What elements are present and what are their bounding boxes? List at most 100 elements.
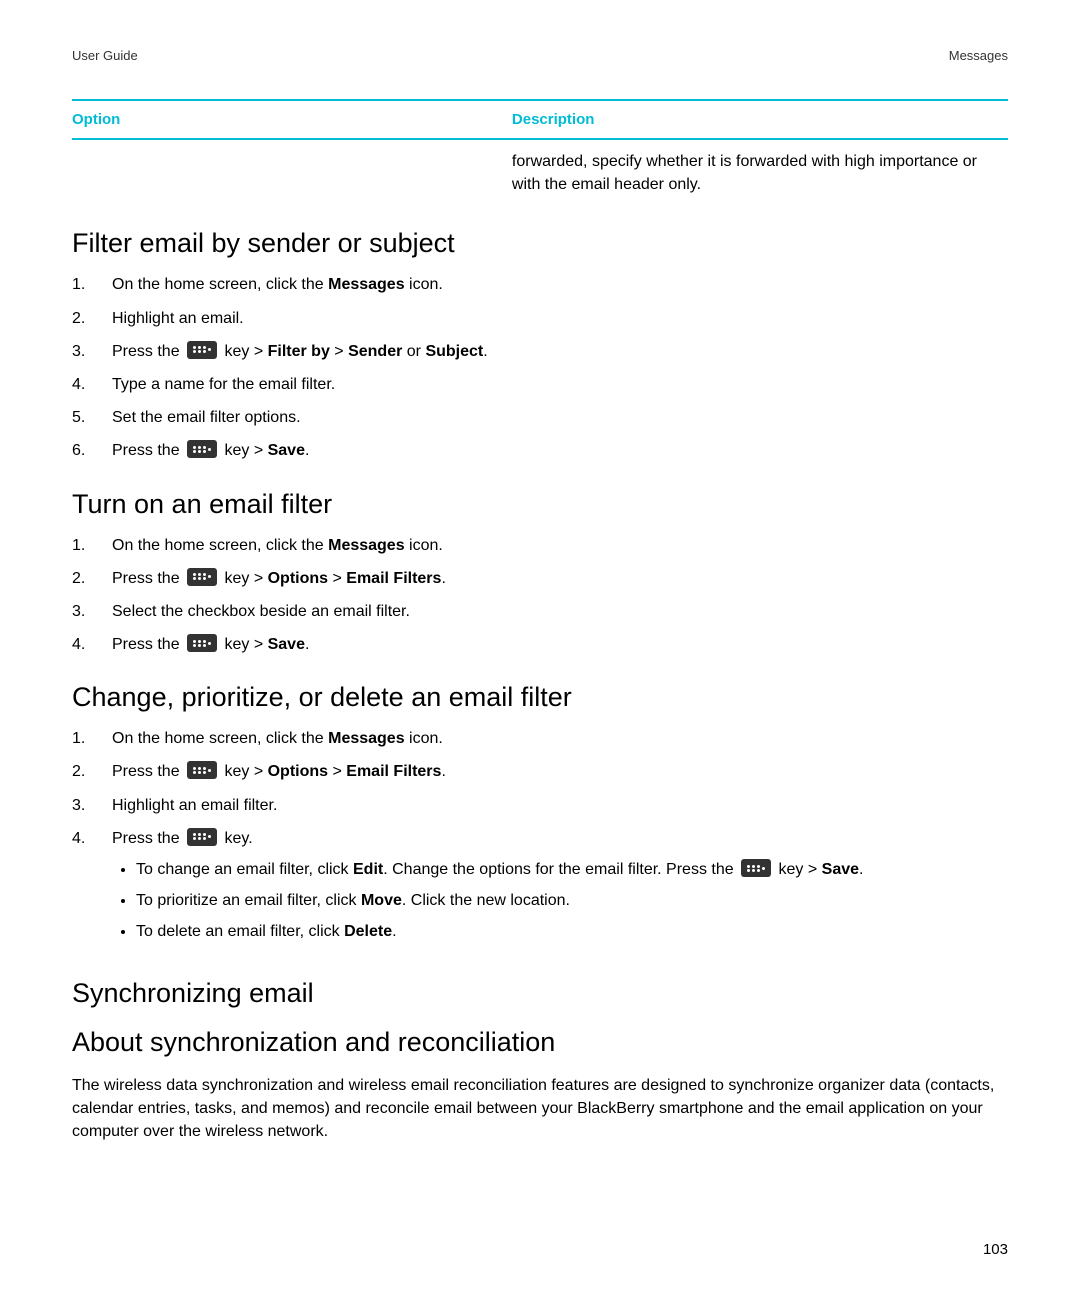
- text: On the home screen, click the: [112, 537, 328, 554]
- text: key >: [774, 861, 822, 878]
- list-item: Type a name for the email filter.: [72, 373, 1008, 396]
- text-bold: Email Filters: [346, 763, 441, 780]
- list-item: To delete an email filter, click Delete.: [136, 920, 1008, 943]
- list-item: Press the key > Filter by > Sender or Su…: [72, 340, 1008, 363]
- list-item: Highlight an email filter.: [72, 794, 1008, 817]
- text: .: [483, 343, 487, 360]
- page-header: User Guide Messages: [72, 48, 1008, 63]
- text: Press the: [112, 830, 184, 847]
- text-bold: Email Filters: [346, 570, 441, 587]
- menu-key-icon: [187, 341, 217, 359]
- text: key.: [220, 830, 253, 847]
- td-option: [72, 139, 512, 202]
- text: Highlight an email.: [112, 310, 244, 327]
- text: To delete an email filter, click: [136, 923, 344, 940]
- text: >: [330, 343, 348, 360]
- menu-key-icon: [187, 761, 217, 779]
- header-left: User Guide: [72, 48, 138, 63]
- menu-key-icon: [187, 568, 217, 586]
- list-item: On the home screen, click the Messages i…: [72, 273, 1008, 296]
- list-item: Press the key > Options > Email Filters.: [72, 760, 1008, 783]
- text: .: [441, 763, 445, 780]
- heading-filter-email: Filter email by sender or subject: [72, 228, 1008, 259]
- text-bold: Messages: [328, 730, 405, 747]
- text: Highlight an email filter.: [112, 797, 277, 814]
- text: Press the: [112, 636, 184, 653]
- text: or: [402, 343, 425, 360]
- th-description: Description: [512, 100, 1008, 139]
- text: .: [441, 570, 445, 587]
- page-number: 103: [983, 1241, 1008, 1258]
- heading-turn-on: Turn on an email filter: [72, 489, 1008, 520]
- text: Set the email filter options.: [112, 409, 301, 426]
- list-item: Press the key > Save.: [72, 633, 1008, 656]
- list-item: To prioritize an email filter, click Mov…: [136, 889, 1008, 912]
- list-item: Press the key > Options > Email Filters.: [72, 567, 1008, 590]
- menu-key-icon: [187, 634, 217, 652]
- text: key >: [220, 570, 268, 587]
- heading-about-sync: About synchronization and reconciliation: [72, 1027, 1008, 1058]
- text: Select the checkbox beside an email filt…: [112, 603, 410, 620]
- table-header-row: Option Description: [72, 100, 1008, 139]
- menu-key-icon: [187, 828, 217, 846]
- text: Press the: [112, 570, 184, 587]
- heading-change: Change, prioritize, or delete an email f…: [72, 682, 1008, 713]
- steps-change: On the home screen, click the Messages i…: [72, 727, 1008, 943]
- text: Press the: [112, 442, 184, 459]
- menu-key-icon: [187, 440, 217, 458]
- text: icon.: [405, 537, 443, 554]
- text: To prioritize an email filter, click: [136, 892, 361, 909]
- text-bold: Save: [822, 861, 859, 878]
- text: .: [392, 923, 396, 940]
- text: Type a name for the email filter.: [112, 376, 335, 393]
- list-item: On the home screen, click the Messages i…: [72, 727, 1008, 750]
- text: icon.: [405, 276, 443, 293]
- text: . Click the new location.: [402, 892, 570, 909]
- text-bold: Messages: [328, 276, 405, 293]
- text: icon.: [405, 730, 443, 747]
- text-bold: Messages: [328, 537, 405, 554]
- options-table: Option Description forwarded, specify wh…: [72, 99, 1008, 202]
- text-bold: Options: [268, 763, 328, 780]
- header-right: Messages: [949, 48, 1008, 63]
- text: Press the: [112, 763, 184, 780]
- text: >: [328, 763, 346, 780]
- text: .: [859, 861, 863, 878]
- list-item: Set the email filter options.: [72, 406, 1008, 429]
- th-option: Option: [72, 100, 512, 139]
- page: User Guide Messages Option Description f…: [0, 0, 1080, 1296]
- text: .: [305, 636, 309, 653]
- list-item: Highlight an email.: [72, 307, 1008, 330]
- text-bold: Delete: [344, 923, 392, 940]
- menu-key-icon: [741, 859, 771, 877]
- steps-filter: On the home screen, click the Messages i…: [72, 273, 1008, 462]
- text: On the home screen, click the: [112, 730, 328, 747]
- text-bold: Filter by: [268, 343, 330, 360]
- text-bold: Save: [268, 636, 305, 653]
- text: To change an email filter, click: [136, 861, 353, 878]
- table-row: forwarded, specify whether it is forward…: [72, 139, 1008, 202]
- list-item: Press the key > Save.: [72, 439, 1008, 462]
- text: >: [328, 570, 346, 587]
- text-bold: Subject: [425, 343, 483, 360]
- list-item: On the home screen, click the Messages i…: [72, 534, 1008, 557]
- paragraph-sync: The wireless data synchronization and wi…: [72, 1074, 1008, 1144]
- text: key >: [220, 763, 268, 780]
- list-item: Select the checkbox beside an email filt…: [72, 600, 1008, 623]
- text: key >: [220, 636, 268, 653]
- text-bold: Sender: [348, 343, 402, 360]
- text: . Change the options for the email filte…: [383, 861, 738, 878]
- text: Press the: [112, 343, 184, 360]
- text-bold: Options: [268, 570, 328, 587]
- text-bold: Move: [361, 892, 402, 909]
- bullets-change: To change an email filter, click Edit. C…: [112, 858, 1008, 944]
- text: .: [305, 442, 309, 459]
- text: key >: [220, 343, 268, 360]
- text-bold: Save: [268, 442, 305, 459]
- list-item: To change an email filter, click Edit. C…: [136, 858, 1008, 881]
- steps-turn-on: On the home screen, click the Messages i…: [72, 534, 1008, 657]
- list-item: Press the key. To change an email filter…: [72, 827, 1008, 944]
- text: key >: [220, 442, 268, 459]
- heading-sync: Synchronizing email: [72, 978, 1008, 1009]
- td-description: forwarded, specify whether it is forward…: [512, 139, 1008, 202]
